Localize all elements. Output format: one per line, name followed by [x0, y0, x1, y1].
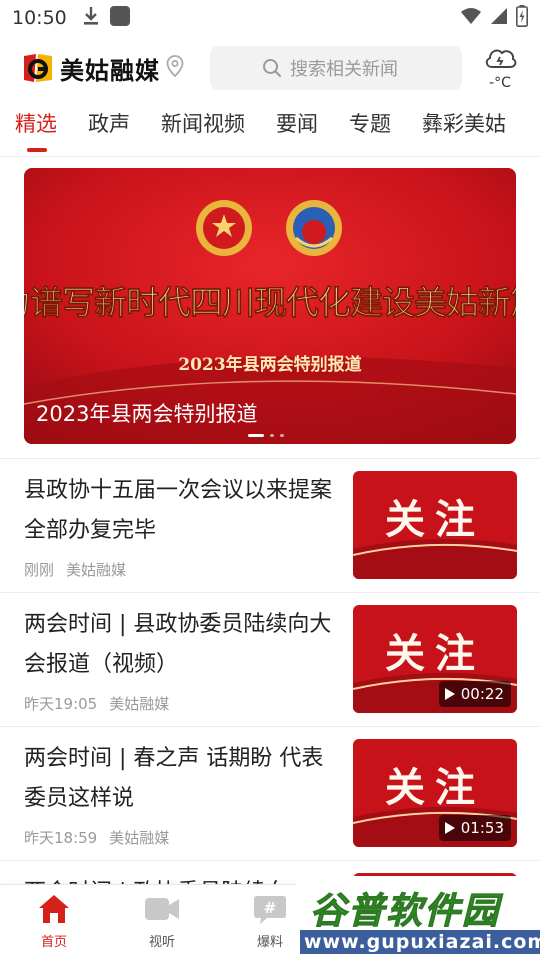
- app-name: 美姑融媒: [60, 56, 160, 85]
- news-thumbnail: 关注 01:53: [353, 739, 517, 847]
- news-source: 美姑融媒: [109, 695, 170, 713]
- news-meta: 昨天19:05 美姑融媒: [24, 693, 169, 714]
- news-thumbnail: 关注: [353, 471, 517, 579]
- play-icon: [444, 688, 455, 700]
- news-source: 美姑融媒: [66, 561, 127, 579]
- tab-zhuanti[interactable]: 专题: [349, 108, 391, 138]
- thumb-text: 关注: [385, 496, 485, 543]
- tab-zhengsheng[interactable]: 政声: [88, 108, 130, 138]
- status-time: 10:50: [12, 7, 67, 29]
- news-time: 刚刚: [24, 561, 55, 579]
- thumb-text: 关注: [385, 630, 485, 677]
- nav-label: 首页: [40, 935, 67, 950]
- banner-subtitle: 2023年县两会特别报道: [178, 354, 361, 375]
- news-title: 两会时间 | 县政协委员陆续向大会报道（视频）: [24, 612, 332, 677]
- hashtag-chat-icon: #: [253, 893, 287, 929]
- video-duration: 00:22: [460, 685, 504, 703]
- home-icon: [37, 893, 71, 929]
- news-meta: 昨天18:59 美姑融媒: [24, 827, 169, 848]
- video-duration: 01:53: [460, 819, 504, 837]
- nav-video[interactable]: 视听: [122, 893, 202, 950]
- nav-label: 爆料: [256, 935, 283, 950]
- news-meta: 刚刚 美姑融媒: [24, 559, 126, 580]
- play-icon: [444, 822, 455, 834]
- download-icon: [83, 6, 99, 30]
- app-header: 美姑融媒 搜索相关新闻 -°C: [0, 40, 540, 96]
- wifi-icon: [460, 7, 482, 29]
- signal-icon: [490, 7, 508, 29]
- carousel-indicator: [248, 434, 284, 437]
- tab-yicai-meigu[interactable]: 彝彩美姑: [422, 108, 506, 138]
- carousel-dot: [280, 434, 284, 437]
- nav-label: 视听: [148, 935, 175, 950]
- news-item[interactable]: 两会时间 | 春之声 话期盼 代表委员这样说 昨天18:59 美姑融媒 关注 01…: [0, 726, 540, 860]
- status-bar: 10:50: [0, 0, 540, 36]
- battery-charging-icon: [516, 5, 528, 31]
- watermark-url: www.gupuxiazai.com: [300, 930, 540, 954]
- search-icon: [262, 58, 282, 82]
- news-item[interactable]: 两会时间 | 县政协委员陆续向大会报道（视频） 昨天19:05 美姑融媒 关注 0…: [0, 592, 540, 726]
- watermark-title: 谷普软件园: [309, 891, 501, 933]
- news-source: 美姑融媒: [109, 829, 170, 847]
- banner-caption: 2023年县两会特别报道: [36, 402, 258, 426]
- watermark: 谷普软件园 www.gupuxiazai.com: [296, 876, 540, 960]
- location-pin-icon[interactable]: [166, 55, 184, 81]
- news-item[interactable]: 县政协十五届一次会议以来提案全部办复完毕 刚刚 美姑融媒 关注: [0, 458, 540, 592]
- logo-mark-icon: [22, 52, 54, 84]
- carousel-dot: [270, 434, 274, 437]
- search-placeholder: 搜索相关新闻: [290, 59, 398, 80]
- news-thumbnail: 关注 00:22: [353, 605, 517, 713]
- weather-widget[interactable]: -°C: [480, 45, 520, 91]
- carousel-dot: [248, 434, 264, 437]
- notification-square-icon: [109, 5, 131, 31]
- weather-temperature: -°C: [489, 75, 511, 91]
- video-duration-badge: 01:53: [438, 815, 511, 841]
- tab-jingxuan[interactable]: 精选: [15, 108, 57, 152]
- national-emblem-icon: [196, 200, 252, 256]
- tabs-divider: [0, 156, 540, 157]
- banner-carousel[interactable]: 奋力谱写新时代四川现代化建设美姑新篇章 2023年县两会特别报道 2023年县两…: [24, 168, 516, 444]
- news-time: 昨天18:59: [24, 829, 98, 847]
- cppcc-emblem-icon: [286, 200, 342, 256]
- svg-text:#: #: [264, 899, 277, 917]
- category-tabs: 精选 政声 新闻视频 要闻 专题 彝彩美姑: [0, 108, 540, 156]
- banner-headline: 奋力谱写新时代四川现代化建设美姑新篇章: [24, 284, 516, 321]
- tab-news-video[interactable]: 新闻视频: [161, 108, 245, 138]
- app-logo: 美姑融媒: [22, 51, 160, 86]
- video-camera-icon: [143, 893, 181, 929]
- news-title: 两会时间 | 春之声 话期盼 代表委员这样说: [24, 746, 324, 811]
- tab-yaowen[interactable]: 要闻: [276, 108, 318, 138]
- video-duration-badge: 00:22: [438, 681, 511, 707]
- thumb-text: 关注: [385, 764, 485, 811]
- nav-home[interactable]: 首页: [14, 893, 94, 950]
- news-title: 县政协十五届一次会议以来提案全部办复完毕: [24, 478, 333, 543]
- search-bar[interactable]: 搜索相关新闻: [210, 46, 462, 90]
- cloud-rain-icon: [483, 45, 517, 77]
- news-time: 昨天19:05: [24, 695, 98, 713]
